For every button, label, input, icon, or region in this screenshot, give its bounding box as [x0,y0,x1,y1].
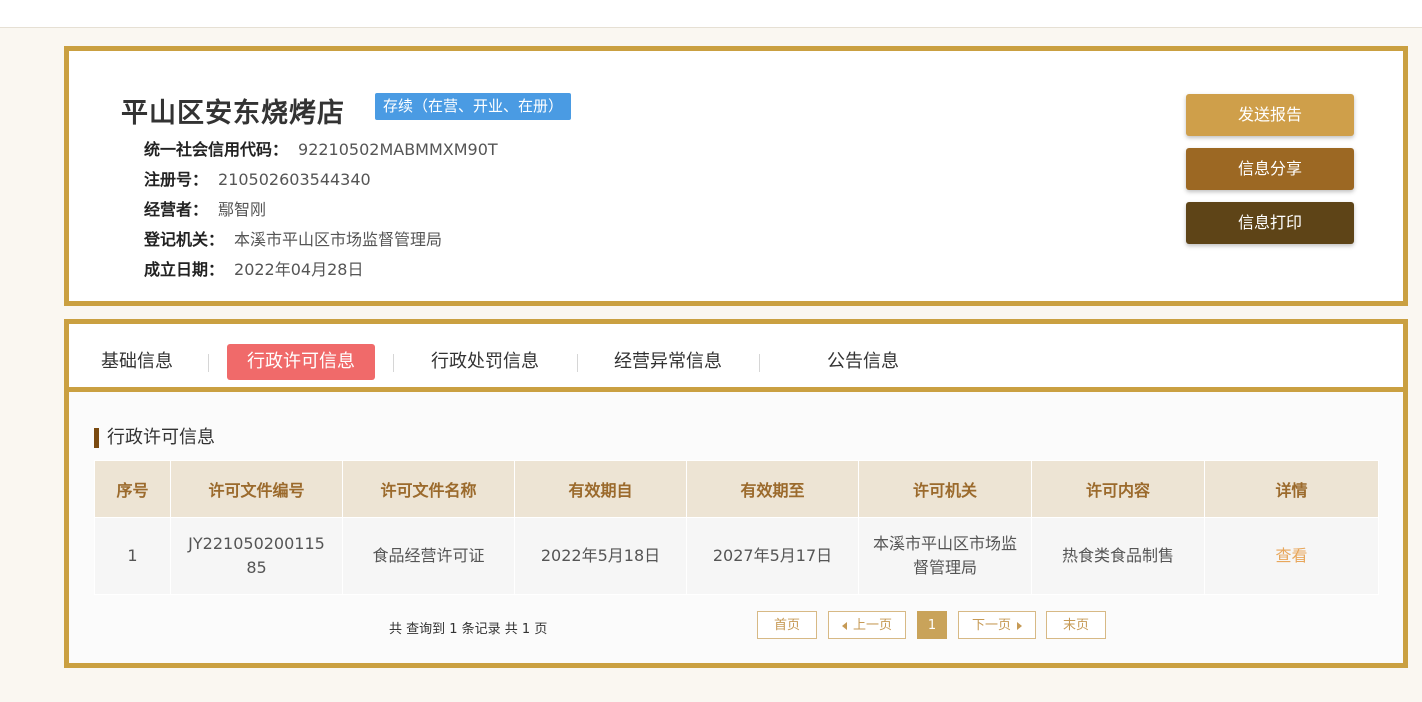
chevron-right-icon [1017,621,1022,630]
tab-announcement[interactable]: 公告信息 [827,344,899,380]
column-header: 有效期至 [686,460,859,518]
field-value: 2022年04月28日 [234,260,364,279]
tab-bar: 基础信息 行政许可信息 行政处罚信息 经营异常信息 公告信息 [69,324,1403,392]
chevron-left-icon [841,621,847,630]
field-value: 210502603544340 [218,170,371,189]
main-card: 基础信息 行政许可信息 行政处罚信息 经营异常信息 公告信息 行政许可信息 序号… [64,319,1408,668]
table-header-row: 序号 许可文件编号 许可文件名称 有效期自 有效期至 许可机关 许可内容 详情 [94,460,1379,518]
next-page-button[interactable]: 下一页 [958,611,1036,639]
column-header: 详情 [1204,460,1379,518]
prev-page-button[interactable]: 上一页 [828,611,906,639]
company-info-card: 平山区安东烧烤店 存续（在营、开业、在册） 统一社会信用代码： 92210502M… [64,46,1408,306]
license-content: 行政许可信息 序号 许可文件编号 许可文件名称 有效期自 有效期至 许可机关 许… [69,392,1403,663]
cell-content: 热食类食品制售 [1031,517,1205,595]
cell-license-name: 食品经营许可证 [342,517,515,595]
cell-valid-from: 2022年5月18日 [514,517,687,595]
column-header: 许可文件编号 [170,460,343,518]
tab-abnormal-operation[interactable]: 经营异常信息 [614,344,722,380]
field-value: 92210502MABMMXM90T [298,140,498,159]
next-page-label: 下一页 [971,618,1011,633]
cell-license-number: JY22105020011585 [170,517,343,595]
print-info-button[interactable]: 信息打印 [1186,202,1354,244]
tab-separator [393,354,394,372]
record-summary: 共 查询到 1 条记录 共 1 页 [389,622,548,637]
column-header: 许可内容 [1031,460,1205,518]
field-value: 本溪市平山区市场监督管理局 [234,230,443,249]
last-page-button[interactable]: 末页 [1046,611,1106,639]
tab-separator [577,354,578,372]
field-registration-authority: 登记机关： 本溪市平山区市场监督管理局 [144,226,442,250]
cell-index: 1 [94,517,171,595]
tab-separator [208,354,209,372]
first-page-button[interactable]: 首页 [757,611,817,639]
field-established-date: 成立日期： 2022年04月28日 [144,256,363,280]
tab-admin-license[interactable]: 行政许可信息 [227,344,375,380]
send-report-button[interactable]: 发送报告 [1186,94,1354,136]
prev-page-label: 上一页 [852,618,892,633]
field-operator: 经营者： 鄢智刚 [144,196,266,220]
field-label: 统一社会信用代码： [144,140,289,159]
cell-authority: 本溪市平山区市场监督管理局 [858,517,1032,595]
status-badge: 存续（在营、开业、在册） [375,93,572,120]
field-label: 注册号： [144,170,209,189]
company-name: 平山区安东烧烤店 [121,98,345,129]
tab-separator [759,354,760,372]
top-bar [0,0,1422,28]
column-header: 许可文件名称 [342,460,515,518]
field-credit-code: 统一社会信用代码： 92210502MABMMXM90T [144,136,498,160]
field-value: 鄢智刚 [218,200,267,219]
tab-basic-info[interactable]: 基础信息 [101,344,173,380]
share-info-button[interactable]: 信息分享 [1186,148,1354,190]
field-label: 经营者： [144,200,209,219]
view-detail-link[interactable]: 查看 [1204,517,1379,595]
field-registration-number: 注册号： 210502603544340 [144,166,371,190]
license-table: 序号 许可文件编号 许可文件名称 有效期自 有效期至 许可机关 许可内容 详情 … [94,460,1379,595]
current-page-button[interactable]: 1 [917,611,947,639]
cell-valid-to: 2027年5月17日 [686,517,859,595]
field-label: 登记机关： [144,230,225,249]
column-header: 许可机关 [858,460,1032,518]
column-header: 序号 [94,460,171,518]
table-row: 1 JY22105020011585 食品经营许可证 2022年5月18日 20… [94,517,1379,595]
column-header: 有效期自 [514,460,687,518]
field-label: 成立日期： [144,260,225,279]
section-title: 行政许可信息 [94,428,215,448]
tab-admin-penalty[interactable]: 行政处罚信息 [431,344,539,380]
